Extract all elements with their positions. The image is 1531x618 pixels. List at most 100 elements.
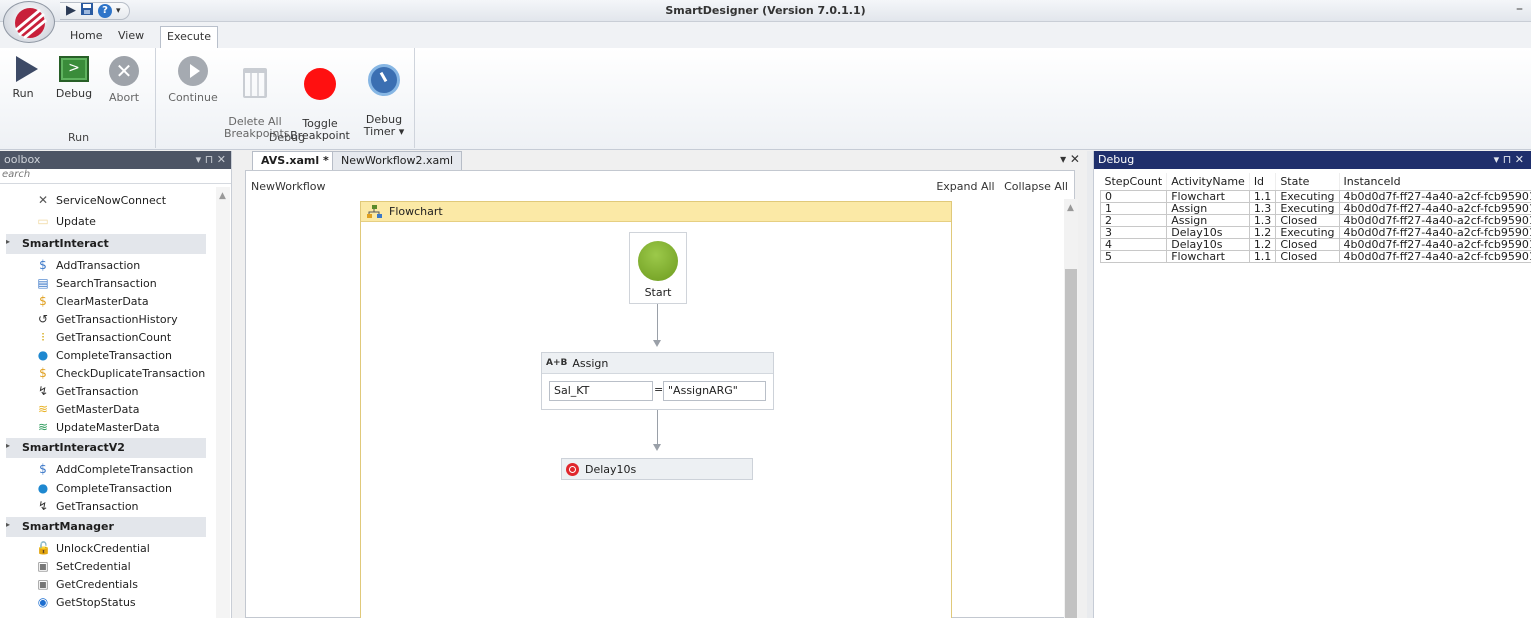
toolbox-item[interactable]: ↯ GetTransaction [36,382,139,400]
scroll-up-icon[interactable]: ▲ [219,191,226,201]
table-cell: 4b0d0d7f-ff27-4a40-a2cf-fcb95901b10d [1338,190,1531,203]
scrollbar-thumb[interactable] [1065,269,1077,618]
table-cell: 1.3 [1248,202,1277,215]
toolbox-item[interactable]: 🔓 UnlockCredential [36,539,150,557]
toolbox-pin-close-icon[interactable]: ▾ ⊓ ✕ [196,153,226,166]
debug-icon: > [59,56,89,82]
toolbox-item[interactable]: ▭ Update [36,212,96,230]
dollar-circle-icon: $ [39,462,47,476]
toolbox-item[interactable]: ● CompleteTransaction [36,479,172,497]
assign-header[interactable]: A+B Assign [542,353,773,374]
flowchart-activity[interactable]: Flowchart Start A+B Assign Sal_KT = "Ass… [360,201,952,618]
table-row[interactable]: 0 Flowchart 1.1 Executing 4b0d0d7f-ff27-4a40… [1099,190,1531,203]
ribbon-tabs: Home View Execute [0,22,1531,48]
toolbox-item[interactable]: $ ClearMasterData [36,292,149,310]
table-row[interactable]: 5 Flowchart 1.1 Closed 4b0d0d7f-ff27-4a40-a2… [1099,250,1531,263]
table-cell: 1.1 [1248,190,1277,203]
flowchart-header[interactable]: Flowchart [361,202,951,222]
column-header[interactable]: StepCount [1100,173,1168,191]
table-row[interactable]: 2 Assign 1.3 Closed 4b0d0d7f-ff27-4a40-a2cf-… [1099,214,1531,227]
toolbox-item[interactable]: $ AddCompleteTransaction [36,460,193,478]
table-header-row: StepCount ActivityName Id State Instance… [1100,173,1531,191]
table-row[interactable]: 3 Delay10s 1.2 Executing 4b0d0d7f-ff27-4a40-… [1099,226,1531,239]
start-circle-icon [638,241,678,281]
column-header[interactable]: State [1275,173,1340,191]
table-cell: 4b0d0d7f-ff27-4a40-a2cf-fcb95901b10d [1338,226,1531,239]
run-group: Run > Debug ✕ Abort Run [2,48,156,148]
application-menu-orb[interactable] [3,1,55,43]
tab-home[interactable]: Home [70,29,102,42]
continue-button[interactable]: Continue [166,56,220,104]
expand-all-link[interactable]: Expand All [936,180,994,193]
assign-activity[interactable]: A+B Assign Sal_KT = "AssignARG" [541,352,774,410]
tab-avs-xaml[interactable]: AVS.xaml * [252,151,338,170]
toolbox-item-label: CompleteTransaction [56,348,172,362]
table-cell: 0 [1099,190,1168,203]
assign-to-field[interactable]: Sal_KT [549,381,653,401]
table-row[interactable]: 1 Assign 1.3 Executing 4b0d0d7f-ff27-4a40-a2… [1099,202,1531,215]
table-cell: Closed [1275,238,1340,251]
toolbox-search-input[interactable]: earch [0,169,231,184]
toolbox-item[interactable]: ▣ SetCredential [36,557,130,575]
qat-save-icon[interactable] [80,2,94,21]
toolbox-item[interactable]: ◉ GetStopStatus [36,593,136,611]
table-cell: Closed [1275,250,1340,263]
collapse-all-link[interactable]: Collapse All [1004,180,1068,193]
category-smartinteractv2[interactable]: SmartInteractV2 [6,438,206,458]
tab-execute[interactable]: Execute [160,26,218,48]
start-node[interactable]: Start [629,232,687,304]
toolbox-item[interactable]: ▣ GetCredentials [36,575,138,593]
abort-button[interactable]: ✕ Abort [104,56,144,104]
toolbox-item[interactable]: ▤ SearchTransaction [36,274,156,292]
document-search-icon: ▤ [37,276,49,290]
toolbox-item[interactable]: $ CheckDuplicateTransaction [36,364,205,382]
scroll-up-icon[interactable]: ▲ [1067,203,1074,213]
debug-button[interactable]: > Debug [52,56,96,100]
tab-view[interactable]: View [118,29,144,42]
toolbox-item-label: ClearMasterData [56,294,149,308]
run-group-label: Run [67,131,90,144]
delay-activity[interactable]: Delay10s [561,458,753,480]
toolbox-item[interactable]: ✕ ServiceNowConnect [36,191,166,209]
column-header[interactable]: ActivityName [1166,173,1250,191]
designer-canvas[interactable]: NewWorkflow Expand All Collapse All Flow… [245,170,1078,618]
qat-customize-dropdown-icon[interactable]: ▾ [116,3,121,19]
toolbox-item[interactable]: ● CompleteTransaction [36,346,172,364]
category-smartinteract[interactable]: SmartInteract [6,234,206,254]
document-close-icon[interactable]: ▾ ✕ [1060,152,1080,166]
expand-collapse-links: Expand All Collapse All [930,180,1068,193]
toolbox-item-label: GetMasterData [56,402,140,416]
toolbox-item[interactable]: ≋ UpdateMasterData [36,418,160,436]
toolbox-item-label: Update [56,214,96,228]
toolbox-item[interactable]: ↯ GetTransaction [36,497,139,515]
designer-scrollbar[interactable]: ▲ [1064,199,1078,618]
category-smartmanager[interactable]: SmartManager [6,517,206,537]
column-header[interactable]: Id [1249,173,1277,191]
debug-pin-close-icon[interactable]: ▾ ⊓ ✕ [1494,153,1524,166]
toolbox-item[interactable]: ↺ GetTransactionHistory [36,310,178,328]
table-cell: Assign [1166,214,1250,227]
table-cell: Flowchart [1166,190,1250,203]
toolbox-item[interactable]: $ AddTransaction [36,256,140,274]
timer-icon [368,64,400,96]
database-icon: ≋ [37,402,49,416]
app-logo-icon [15,8,47,40]
table-cell: 4 [1099,238,1168,251]
toolbox-item[interactable]: ≋ GetMasterData [36,400,139,418]
breadcrumb[interactable]: NewWorkflow [251,180,326,193]
history-icon: ↺ [37,312,49,326]
update-icon: ▭ [37,214,49,228]
table-row[interactable]: 4 Delay10s 1.2 Closed 4b0d0d7f-ff27-4a40-a2c… [1099,238,1531,251]
column-header[interactable]: InstanceId [1339,173,1531,191]
run-button[interactable]: Run [8,56,38,100]
credential-icon: ▣ [37,559,49,573]
toolbox-item[interactable]: ⁝ GetTransactionCount [36,328,171,346]
tab-newworkflow2-xaml[interactable]: NewWorkflow2.xaml [332,151,463,170]
assign-value-field[interactable]: "AssignARG" [663,381,766,401]
duplicate-check-icon: $ [39,366,47,380]
toolbox-scrollbar[interactable]: ▲ [216,187,230,618]
qat-run-icon[interactable]: ▶ [66,3,76,19]
qat-help-icon[interactable]: ? [98,4,112,18]
minimize-button[interactable]: – [1516,1,1523,17]
debug-title: Debug [1098,153,1135,166]
